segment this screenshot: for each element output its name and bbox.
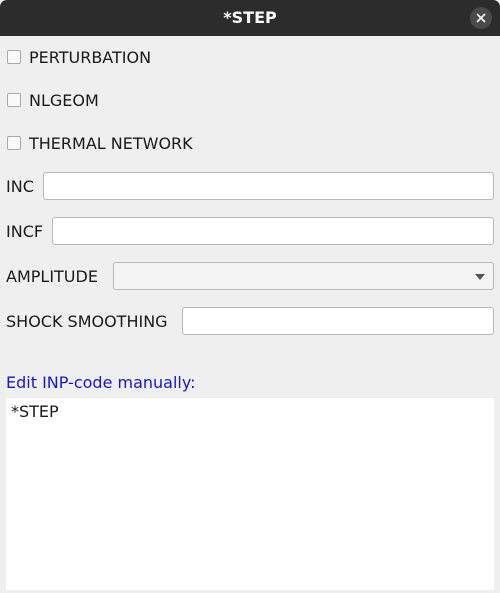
edit-inp-code-label: Edit INP-code manually:	[6, 373, 196, 392]
perturbation-checkbox[interactable]	[7, 50, 21, 64]
shock-smoothing-label: SHOCK SMOOTHING	[6, 312, 168, 331]
nlgeom-checkbox[interactable]	[7, 93, 21, 107]
nlgeom-checkbox-row[interactable]: NLGEOM	[7, 90, 99, 110]
amplitude-dropdown[interactable]	[113, 262, 494, 290]
nlgeom-label: NLGEOM	[29, 90, 99, 110]
inp-code-editor[interactable]: *STEP	[6, 398, 494, 590]
step-dialog: *STEP PERTURBATION NLGEOM THERMAL NETWOR…	[0, 0, 500, 593]
chevron-down-icon	[475, 274, 485, 280]
title-bar[interactable]: *STEP	[0, 0, 500, 36]
incf-input[interactable]	[52, 217, 494, 245]
inc-label: INC	[6, 177, 34, 196]
inc-input[interactable]	[43, 172, 494, 200]
thermal-network-label: THERMAL NETWORK	[29, 133, 193, 153]
close-icon	[476, 13, 486, 23]
window-title: *STEP	[223, 8, 277, 27]
shock-smoothing-input[interactable]	[182, 307, 494, 335]
incf-label: INCF	[6, 222, 44, 241]
inp-code-text: *STEP	[11, 402, 59, 421]
thermal-network-checkbox-row[interactable]: THERMAL NETWORK	[7, 133, 193, 153]
thermal-network-checkbox[interactable]	[7, 136, 21, 150]
perturbation-checkbox-row[interactable]: PERTURBATION	[7, 47, 151, 67]
close-button[interactable]	[470, 7, 492, 29]
perturbation-label: PERTURBATION	[29, 47, 152, 67]
amplitude-label: AMPLITUDE	[6, 267, 98, 286]
